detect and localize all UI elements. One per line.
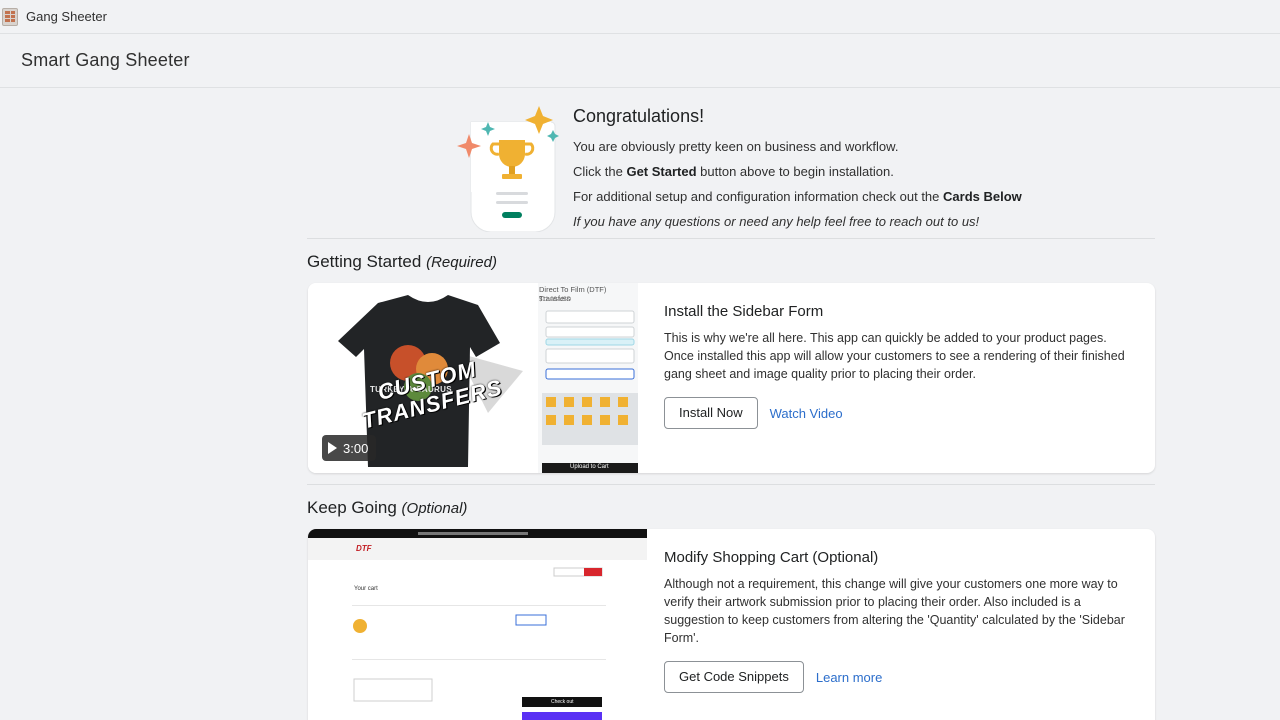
shopping-cart-card-body: Modify Shopping Cart (Optional) Although… bbox=[664, 549, 1144, 693]
section-qualifier: (Optional) bbox=[401, 500, 468, 517]
shopping-cart-card: DTF Your cart Check out Modify Shopping … bbox=[308, 529, 1155, 720]
section-qualifier: (Required) bbox=[426, 254, 497, 271]
congrats-line-2-pre: Click the bbox=[573, 164, 627, 179]
get-started-emphasis: Get Started bbox=[626, 164, 697, 179]
section-title-getting-started: Getting Started (Required) bbox=[307, 252, 497, 272]
mock-product-price: $11.99 USD bbox=[539, 297, 572, 303]
shopping-cart-preview-image: DTF Your cart Check out bbox=[308, 529, 647, 720]
section-title-text: Getting Started bbox=[307, 252, 422, 271]
congrats-heading: Congratulations! bbox=[573, 106, 705, 126]
congrats-line-3-pre: For additional setup and configuration i… bbox=[573, 189, 944, 204]
cards-below-emphasis: Cards Below bbox=[943, 189, 1022, 204]
watch-video-link[interactable]: Watch Video bbox=[770, 406, 843, 421]
congrats-banner: Congratulations! You are obviously prett… bbox=[455, 104, 1155, 232]
sidebar-form-card-description: This is why we're all here. This app can… bbox=[664, 331, 1125, 381]
page-title: Smart Gang Sheeter bbox=[21, 50, 190, 70]
install-now-button[interactable]: Install Now bbox=[664, 397, 758, 429]
congrats-line-4: If you have any questions or need any he… bbox=[573, 209, 1153, 234]
congrats-line-3: For additional setup and configuration i… bbox=[573, 184, 1153, 209]
sidebar-form-card-heading: Install the Sidebar Form bbox=[664, 303, 824, 320]
sidebar-form-card-body: Install the Sidebar Form This is why we'… bbox=[664, 303, 1139, 429]
mock-checkout-button: Check out bbox=[551, 699, 574, 705]
section-title-text: Keep Going bbox=[307, 498, 397, 517]
app-bar: Gang Sheeter bbox=[0, 0, 1280, 34]
mock-upload-to-cart: Upload to Cart bbox=[570, 464, 609, 470]
congrats-line-1: You are obviously pretty keen on busines… bbox=[573, 139, 899, 154]
app-logo-icon bbox=[2, 7, 18, 26]
play-icon bbox=[328, 442, 337, 454]
sidebar-form-card: TURKEY-A-SAURUS Direct To Film (DTF) Tra… bbox=[308, 283, 1155, 473]
congrats-text: Congratulations! You are obviously prett… bbox=[573, 106, 1153, 234]
mock-cart-title: Your cart bbox=[354, 586, 378, 592]
trophy-illustration-icon bbox=[457, 106, 559, 232]
sidebar-form-card-actions: Install Now Watch Video bbox=[664, 397, 1139, 429]
section-title-keep-going: Keep Going (Optional) bbox=[307, 498, 467, 518]
app-name: Gang Sheeter bbox=[26, 9, 107, 24]
congrats-line-2-post: button above to begin installation. bbox=[696, 164, 894, 179]
shopping-cart-card-description: Although not a requirement, this change … bbox=[664, 577, 1125, 645]
page-header: Smart Gang Sheeter bbox=[0, 34, 1280, 88]
congrats-help-note: If you have any questions or need any he… bbox=[573, 214, 980, 229]
learn-more-link[interactable]: Learn more bbox=[816, 670, 882, 685]
cart-screenshot-icon bbox=[308, 529, 647, 720]
section-divider bbox=[307, 484, 1155, 485]
section-divider bbox=[307, 238, 1155, 239]
video-duration-badge[interactable]: 3:00 bbox=[322, 435, 377, 461]
congrats-line-2: Click the Get Started button above to be… bbox=[573, 159, 1153, 184]
get-code-snippets-button[interactable]: Get Code Snippets bbox=[664, 661, 804, 693]
shopping-cart-card-heading: Modify Shopping Cart (Optional) bbox=[664, 549, 879, 566]
sidebar-form-video-thumbnail[interactable]: TURKEY-A-SAURUS Direct To Film (DTF) Tra… bbox=[308, 283, 638, 473]
shopping-cart-card-actions: Get Code Snippets Learn more bbox=[664, 661, 1144, 693]
mock-store-logo: DTF bbox=[356, 544, 372, 553]
video-duration: 3:00 bbox=[343, 440, 369, 456]
